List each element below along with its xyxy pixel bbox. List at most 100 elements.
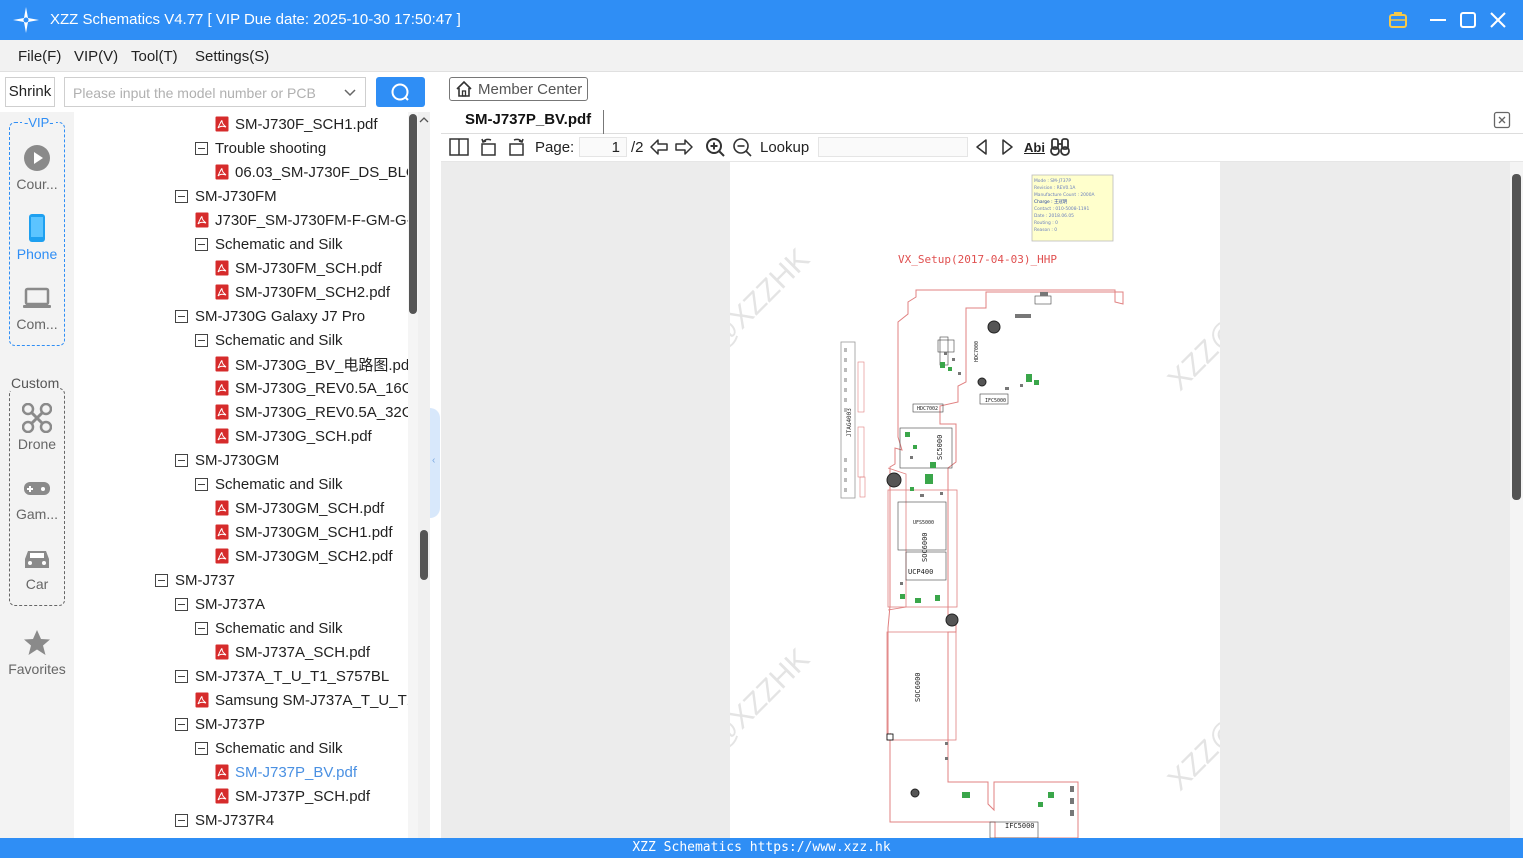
tree-folder-item[interactable]: Schematic and Silk bbox=[195, 616, 343, 640]
pdf-file-icon bbox=[215, 524, 229, 540]
match-case-button[interactable]: Abi bbox=[1024, 140, 1045, 155]
collapse-box-icon[interactable] bbox=[155, 573, 168, 587]
tree-item-label: SM-J737A_T_U_T1_S757BL bbox=[195, 667, 390, 685]
scroll-up-arrow-icon[interactable] bbox=[419, 115, 429, 125]
tree-file-item[interactable]: SM-J730G_BV_电路图.pdf bbox=[215, 352, 413, 376]
close-tab-icon[interactable] bbox=[1493, 111, 1511, 129]
tree-scrollbar[interactable] bbox=[418, 112, 430, 838]
menu-vip[interactable]: VIP(V) bbox=[74, 48, 118, 65]
tree-folder-item[interactable]: SM-J737A_T_U_T1_S757BL bbox=[175, 664, 389, 688]
tree-file-item[interactable]: 06.03_SM-J730F_DS_BLOC bbox=[215, 160, 428, 184]
collapse-box-icon[interactable] bbox=[195, 333, 208, 347]
category-car[interactable]: Car bbox=[4, 543, 70, 592]
lookup-input[interactable] bbox=[818, 137, 968, 157]
member-center-button[interactable]: Member Center bbox=[449, 77, 588, 101]
tree-scroll-thumb[interactable] bbox=[409, 114, 417, 314]
previous-page-button[interactable] bbox=[648, 136, 670, 158]
title-bar: XZZ Schematics V4.77 [ VIP Due date: 202… bbox=[0, 0, 1523, 40]
model-search-combobox[interactable] bbox=[64, 77, 366, 107]
collapse-box-icon[interactable] bbox=[195, 141, 208, 155]
collapse-box-icon[interactable] bbox=[195, 741, 208, 755]
component-ufs5000: UFS5000 bbox=[913, 520, 934, 526]
collapse-box-icon[interactable] bbox=[175, 597, 188, 611]
tree-item-label: SM-J737 bbox=[175, 571, 236, 589]
collapse-box-icon[interactable] bbox=[175, 813, 188, 827]
tree-file-item[interactable]: SM-J730FM_SCH.pdf bbox=[215, 256, 382, 280]
tree-folder-item[interactable]: SM-J737 bbox=[155, 568, 235, 592]
tree-folder-item[interactable]: Schematic and Silk bbox=[195, 736, 343, 760]
tree-folder-item[interactable]: SM-J737A bbox=[175, 592, 265, 616]
tree-folder-item[interactable]: SM-J737P bbox=[175, 712, 265, 736]
tree-folder-item[interactable]: SM-J730GM bbox=[175, 448, 279, 472]
tree-file-item[interactable]: SM-J730G_REV0.5A_16GB bbox=[215, 376, 423, 400]
rotate-left-button[interactable] bbox=[478, 136, 500, 158]
category-favorites[interactable]: Favorites bbox=[4, 628, 70, 677]
collapse-box-icon[interactable] bbox=[195, 621, 208, 635]
minimize-icon bbox=[1430, 19, 1446, 21]
find-next-button[interactable] bbox=[996, 136, 1018, 158]
category-course[interactable]: Cour... bbox=[4, 143, 70, 192]
tree-folder-item[interactable]: Trouble shooting bbox=[195, 136, 326, 160]
panel-collapse-handle[interactable]: ‹ bbox=[430, 408, 440, 518]
find-all-button[interactable] bbox=[1049, 136, 1071, 158]
tree-folder-item[interactable]: Schematic and Silk bbox=[195, 232, 343, 256]
tree-item-label: SM-J737P_BV.pdf bbox=[235, 763, 358, 781]
maximize-button[interactable] bbox=[1456, 8, 1480, 32]
tree-file-item[interactable]: J730F_SM-J730FM-F-GM-G-I bbox=[195, 208, 416, 232]
category-phone[interactable]: Phone bbox=[4, 213, 70, 262]
tree-folder-item[interactable]: Schematic and Silk bbox=[195, 328, 343, 352]
tree-scrollbar-inner[interactable] bbox=[408, 112, 418, 838]
tree-file-item[interactable]: SM-J730GM_SCH1.pdf bbox=[215, 520, 393, 544]
tree-file-item[interactable]: SM-J737P_BV.pdf bbox=[215, 760, 357, 784]
tree-file-item[interactable]: SM-J737A_SCH.pdf bbox=[215, 640, 370, 664]
collapse-box-icon[interactable] bbox=[195, 477, 208, 491]
close-button[interactable] bbox=[1486, 8, 1510, 32]
tree-file-item[interactable]: Samsung SM-J737A_T_U_T1_ bbox=[195, 688, 423, 712]
window-title: XZZ Schematics V4.77 [ VIP Due date: 202… bbox=[50, 11, 461, 28]
collapse-box-icon[interactable] bbox=[175, 189, 188, 203]
pdf-viewer[interactable]: XZZ@XZZHK XZZ@XZZHK XZZ@XZZHK XZZ@XZZHK … bbox=[441, 162, 1510, 838]
shrink-button[interactable]: Shrink bbox=[5, 77, 55, 107]
menu-settings[interactable]: Settings(S) bbox=[195, 48, 269, 65]
chevron-down-icon[interactable] bbox=[343, 86, 357, 100]
category-computer[interactable]: Com... bbox=[4, 283, 70, 332]
tree-file-item[interactable]: SM-J737P_SCH.pdf bbox=[215, 784, 370, 808]
collapse-box-icon[interactable] bbox=[175, 669, 188, 683]
tree-folder-item[interactable]: SM-J730G Galaxy J7 Pro bbox=[175, 304, 365, 328]
pdf-file-icon bbox=[215, 644, 229, 660]
menu-tool[interactable]: Tool(T) bbox=[131, 48, 178, 65]
collapse-box-icon[interactable] bbox=[195, 237, 208, 251]
find-previous-button[interactable] bbox=[971, 136, 993, 158]
minimize-button[interactable] bbox=[1426, 8, 1450, 32]
collapse-box-icon[interactable] bbox=[175, 717, 188, 731]
tree-file-item[interactable]: SM-J730G_REV0.5A_32GB bbox=[215, 400, 423, 424]
menu-file[interactable]: File(F) bbox=[18, 48, 61, 65]
viewer-scroll-thumb[interactable] bbox=[1512, 174, 1521, 500]
tree-file-item[interactable]: SM-J730G_SCH.pdf bbox=[215, 424, 372, 448]
rotate-right-button[interactable] bbox=[505, 136, 527, 158]
info-line-2: Manufacture Count : 2000A bbox=[1034, 192, 1095, 198]
viewer-scrollbar[interactable] bbox=[1510, 162, 1523, 838]
tree-file-item[interactable]: SM-J730GM_SCH.pdf bbox=[215, 496, 384, 520]
collapse-box-icon[interactable] bbox=[175, 453, 188, 467]
tree-scroll-thumb-outer[interactable] bbox=[420, 530, 428, 580]
collapse-box-icon[interactable] bbox=[175, 309, 188, 323]
tree-folder-item[interactable]: Schematic and Silk bbox=[195, 472, 343, 496]
tree-file-item[interactable]: SM-J730FM_SCH2.pdf bbox=[215, 280, 390, 304]
page-number-input[interactable] bbox=[579, 137, 627, 157]
vip-badge-button[interactable] bbox=[1386, 8, 1410, 32]
tree-folder-item[interactable]: SM-J730FM bbox=[175, 184, 277, 208]
zoom-out-button[interactable] bbox=[731, 136, 753, 158]
page-total: /2 bbox=[631, 139, 644, 156]
toggle-sidebar-button[interactable] bbox=[448, 136, 470, 158]
category-game[interactable]: Gam... bbox=[4, 473, 70, 522]
tree-file-item[interactable]: SM-J730F_SCH1.pdf bbox=[215, 112, 378, 136]
tree-file-item[interactable]: SM-J730GM_SCH2.pdf bbox=[215, 544, 393, 568]
tab-sm-j737p-bv[interactable]: SM-J737P_BV.pdf bbox=[453, 110, 605, 134]
model-search-input[interactable] bbox=[73, 83, 333, 103]
tree-folder-item[interactable]: SM-J737R4 bbox=[175, 808, 274, 832]
zoom-in-button[interactable] bbox=[704, 136, 726, 158]
search-button[interactable] bbox=[376, 77, 425, 107]
category-drone[interactable]: Drone bbox=[4, 403, 70, 452]
next-page-button[interactable] bbox=[673, 136, 695, 158]
